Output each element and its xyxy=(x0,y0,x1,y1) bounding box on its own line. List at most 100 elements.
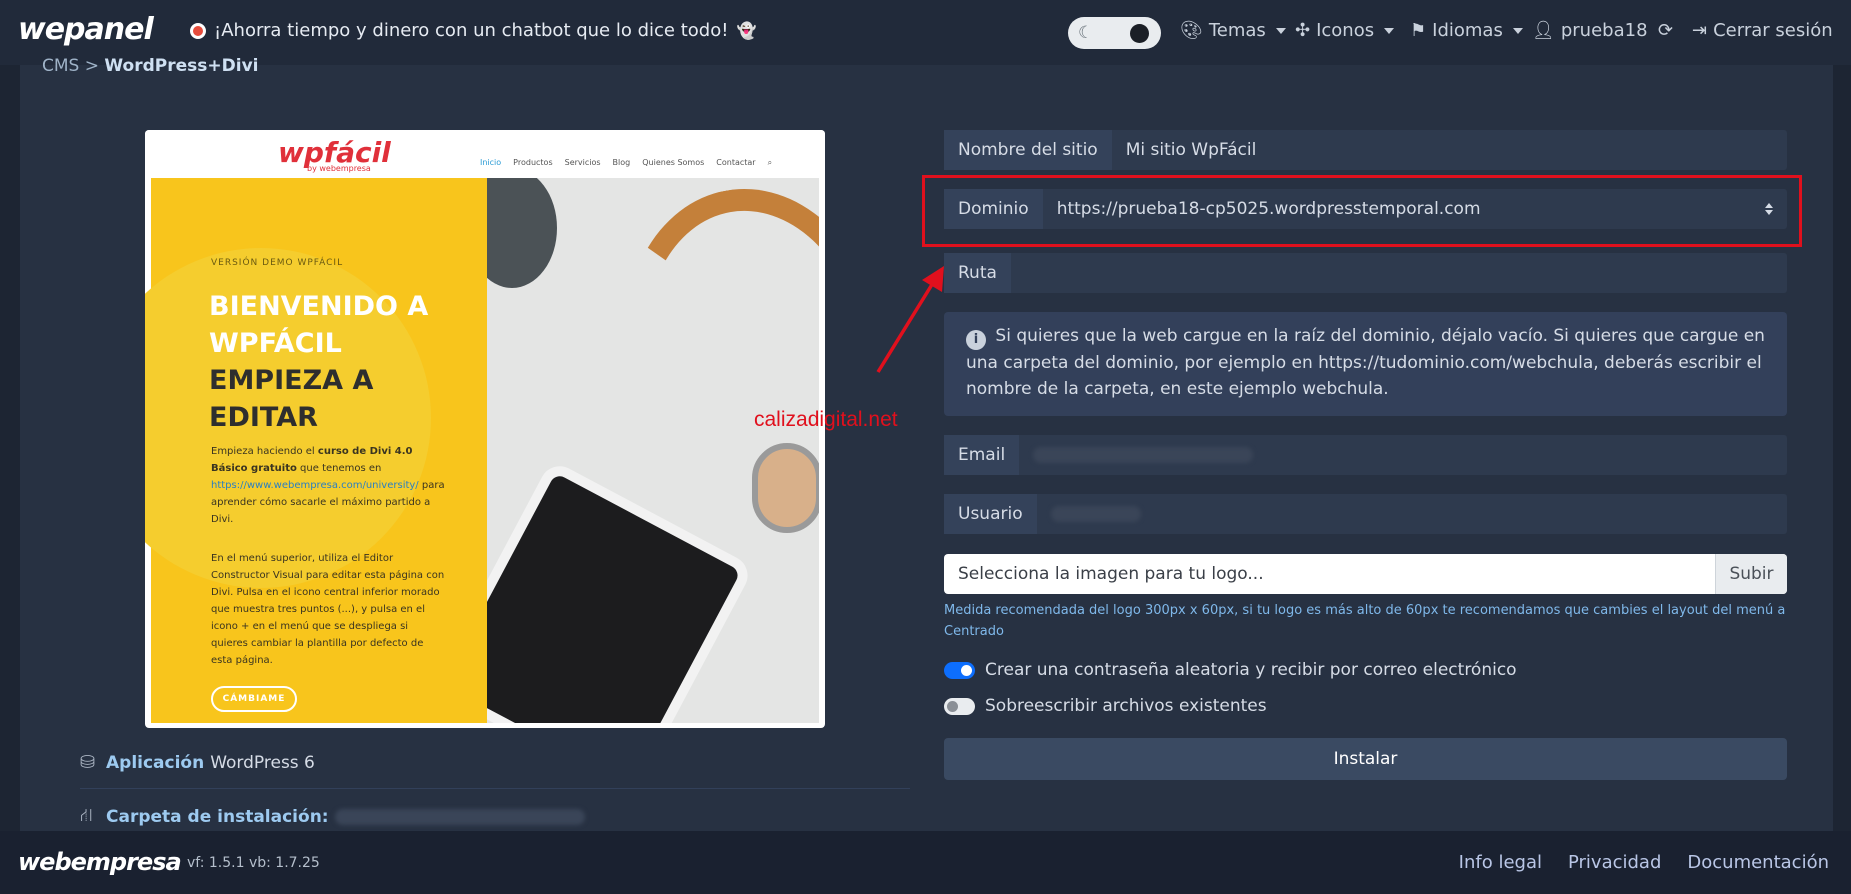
site-name-input[interactable]: Mi sitio WpFácil xyxy=(1112,130,1787,170)
app-info-row: ⛁ Aplicación WordPress 6 xyxy=(80,752,315,773)
user-group: Usuario xyxy=(944,494,1787,534)
user-gear-icon: 👤︎ xyxy=(1532,20,1555,41)
random-password-switch[interactable] xyxy=(944,661,975,679)
preview-menu-item: Contactar xyxy=(716,158,756,167)
preview-title-line: EMPIEZA A xyxy=(209,365,374,396)
caret-down-icon xyxy=(1384,27,1395,34)
site-name-label: Nombre del sitio xyxy=(944,130,1112,170)
preview-title-line: BIENVENIDO A xyxy=(209,291,429,322)
route-help-text: Si quieres que la web cargue en la raíz … xyxy=(966,326,1765,399)
promo-text[interactable]: ¡Ahorra tiempo y dinero con un chatbot q… xyxy=(214,20,728,41)
footer-link-docs[interactable]: Documentación xyxy=(1687,852,1829,873)
target-icon xyxy=(190,22,206,39)
preview-menu-item: Quienes Somos xyxy=(642,158,705,167)
route-label: Ruta xyxy=(944,253,1011,293)
toggle-knob xyxy=(1130,24,1149,43)
app-value: WordPress 6 xyxy=(210,752,315,773)
footer-version: vf: 1.5.1 vb: 1.7.25 xyxy=(187,855,320,871)
watermark-text: calizadigital.net xyxy=(754,408,898,431)
email-group: Email xyxy=(944,435,1787,475)
email-label: Email xyxy=(944,435,1020,475)
earcup-shape xyxy=(752,443,819,533)
app-label: Aplicación xyxy=(106,752,205,773)
user-value-redacted xyxy=(1050,506,1141,522)
preview-title-dark: EMPIEZA A EDITAR xyxy=(209,362,469,436)
logout-link[interactable]: ⇥ Cerrar sesión xyxy=(1692,20,1833,41)
dark-mode-toggle[interactable]: ☾ xyxy=(1068,17,1161,49)
random-password-label[interactable]: Crear una contraseña aleatoria y recibir… xyxy=(985,660,1517,680)
preview-menu-item: Servicios xyxy=(564,158,601,167)
overwrite-switch-row[interactable]: Sobreescribir archivos existentes xyxy=(944,696,1267,716)
random-password-switch-row[interactable]: Crear una contraseña aleatoria y recibir… xyxy=(944,660,1517,680)
overwrite-switch[interactable] xyxy=(944,697,975,715)
plant-shape xyxy=(487,178,557,288)
nav-iconos-dropdown[interactable]: ✣ Iconos xyxy=(1295,20,1395,41)
folder-info-row: ⛙ Carpeta de instalación: xyxy=(80,805,585,829)
preview-paragraph-2: En el menú superior, utiliza el Editor C… xyxy=(211,553,445,666)
preview-text: que tenemos en xyxy=(300,463,382,474)
footer-brand[interactable]: webempresa xyxy=(18,848,182,876)
preview-link: https://www.webempresa.com/university/ xyxy=(211,480,419,491)
route-group: Ruta xyxy=(944,253,1787,293)
logout-label: Cerrar sesión xyxy=(1713,20,1833,41)
caret-down-icon xyxy=(1512,27,1523,34)
preview-logo-sub: by webempresa xyxy=(307,164,371,173)
caret-down-icon xyxy=(1275,27,1286,34)
footer-links: Info legal Privacidad Documentación xyxy=(1459,852,1829,873)
preview-header: wpfácil by webempresa Inicio Productos S… xyxy=(145,130,825,178)
info-icon: i xyxy=(966,330,986,350)
flag-icon: ⚑ xyxy=(1410,20,1427,41)
logout-icon: ⇥ xyxy=(1692,20,1708,41)
refresh-button[interactable]: ⟳ xyxy=(1658,20,1673,41)
footer: webempresa vf: 1.5.1 vb: 1.7.25 Info leg… xyxy=(0,831,1851,894)
preview-title-line: EDITAR xyxy=(209,402,318,433)
route-help-alert: i Si quieres que la web cargue en la raí… xyxy=(944,312,1787,416)
breadcrumb: CMS > WordPress+Divi xyxy=(42,56,259,76)
annotation-arrow xyxy=(876,266,944,373)
upload-button[interactable]: Subir xyxy=(1715,554,1787,594)
highlight-box xyxy=(922,175,1802,247)
moon-icon: ☾ xyxy=(1078,23,1094,43)
breadcrumb-section[interactable]: CMS xyxy=(42,56,79,76)
promo-banner[interactable]: ¡Ahorra tiempo y dinero con un chatbot q… xyxy=(190,20,756,41)
search-icon: ⌕ xyxy=(767,158,773,167)
overwrite-label[interactable]: Sobreescribir archivos existentes xyxy=(985,696,1267,716)
install-button[interactable]: Instalar xyxy=(944,738,1787,780)
logo-hint: Medida recomendada del logo 300px x 60px… xyxy=(944,603,1786,639)
footer-link-privacy[interactable]: Privacidad xyxy=(1568,852,1661,873)
folder-label: Carpeta de instalación: xyxy=(106,807,329,827)
preview-menu-item: Inicio xyxy=(480,158,502,167)
preview-text: Empieza haciendo el xyxy=(211,446,315,457)
preview-title-line: WPFÁCIL xyxy=(209,328,342,359)
folder-value-redacted xyxy=(334,809,585,825)
nav-iconos-label: Iconos xyxy=(1316,20,1375,41)
preview-title-white: BIENVENIDO A WPFÁCIL xyxy=(209,288,469,362)
preview-photo xyxy=(487,178,819,723)
footer-link-legal[interactable]: Info legal xyxy=(1459,852,1542,873)
preview-hero-panel: VERSIÓN DEMO WPFÁCIL BIENVENIDO A WPFÁCI… xyxy=(145,178,487,723)
breadcrumb-separator: > xyxy=(84,56,99,76)
user-input[interactable] xyxy=(1037,494,1787,534)
folder-tree-icon: ⛙ xyxy=(80,805,93,826)
site-name-group: Nombre del sitio Mi sitio WpFácil xyxy=(944,130,1787,170)
email-input[interactable] xyxy=(1019,435,1787,475)
nav-user[interactable]: 👤︎ prueba18 xyxy=(1532,20,1648,41)
logo-file-input[interactable]: Selecciona la imagen para tu logo... Sub… xyxy=(944,554,1787,594)
breadcrumb-current: WordPress+Divi xyxy=(104,56,259,76)
top-navbar: wepanel ¡Ahorra tiempo y dinero con un c… xyxy=(0,0,1851,65)
icons-icon: ✣ xyxy=(1295,20,1311,41)
email-value-redacted xyxy=(1033,447,1254,463)
ghost-icon: 👻 xyxy=(736,21,757,40)
nav-idiomas-dropdown[interactable]: ⚑ Idiomas xyxy=(1410,20,1523,41)
preview-menu: Inicio Productos Servicios Blog Quienes … xyxy=(480,158,772,168)
brand-logo[interactable]: wepanel xyxy=(18,12,154,47)
preview-menu-item: Productos xyxy=(513,158,553,167)
preview-eyebrow: VERSIÓN DEMO WPFÁCIL xyxy=(211,258,344,268)
nav-idiomas-label: Idiomas xyxy=(1432,20,1503,41)
palette-icon: 🎨︎ xyxy=(1180,20,1203,41)
nav-temas-dropdown[interactable]: 🎨︎ Temas xyxy=(1180,20,1286,41)
preview-button: CÁMBIAME xyxy=(211,686,297,712)
refresh-icon: ⟳ xyxy=(1658,20,1674,41)
route-input[interactable] xyxy=(1011,253,1787,293)
logo-file-placeholder[interactable]: Selecciona la imagen para tu logo... xyxy=(944,554,1715,594)
